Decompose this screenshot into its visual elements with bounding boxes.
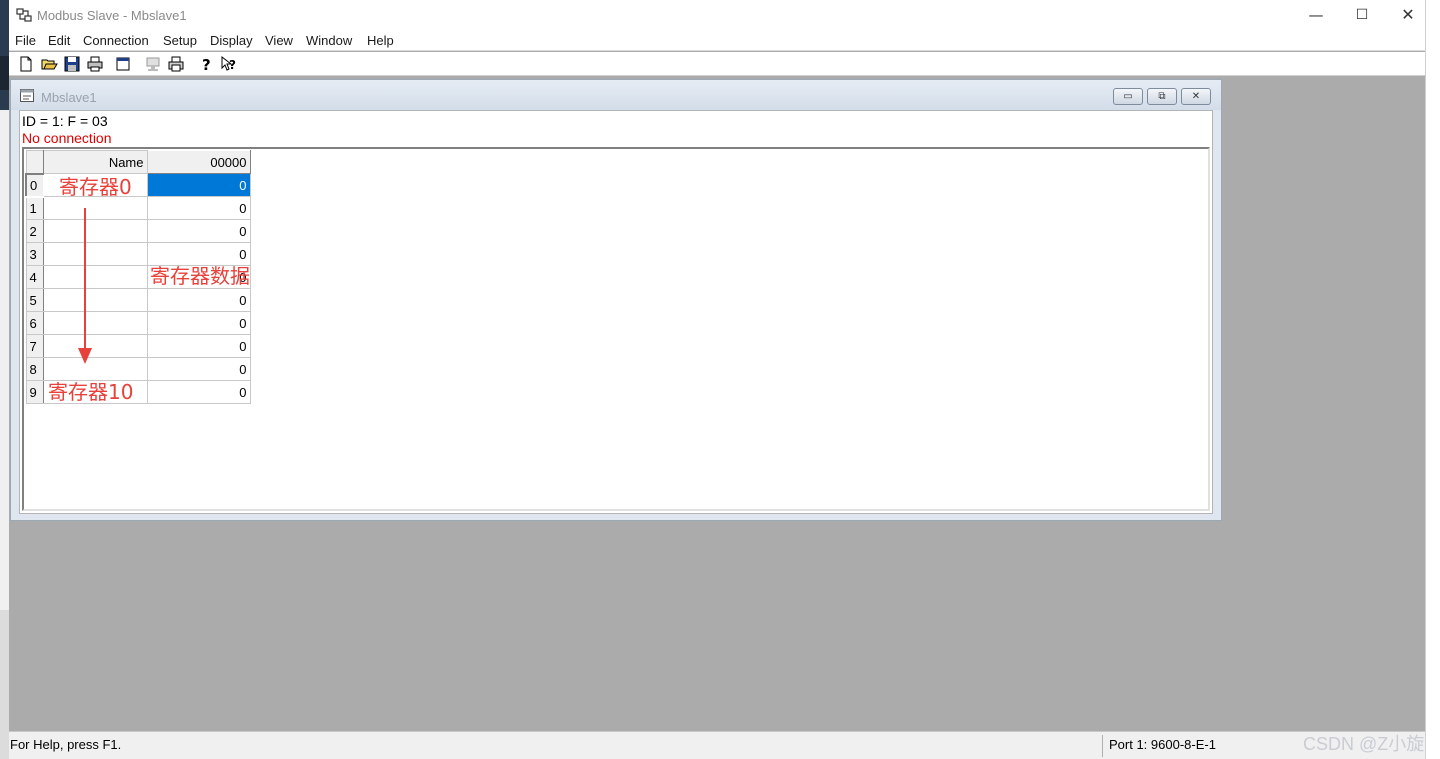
toolbar-separator xyxy=(137,55,138,73)
row-header[interactable]: 0 xyxy=(25,172,44,198)
print-icon[interactable] xyxy=(86,55,104,73)
table-row[interactable]: 2 0 xyxy=(25,219,251,243)
new-icon[interactable] xyxy=(17,55,35,73)
child-restore-button[interactable]: ⧉ xyxy=(1147,88,1177,105)
modbus-app-icon xyxy=(16,8,32,22)
register-name-cell[interactable] xyxy=(42,242,148,266)
status-bar: For Help, press F1. Port 1: 9600-8-E-1 xyxy=(9,731,1425,759)
row-header[interactable]: 9 xyxy=(25,380,44,404)
monitor-icon[interactable] xyxy=(144,55,162,73)
menu-file[interactable]: File xyxy=(15,33,36,48)
menu-window[interactable]: Window xyxy=(306,33,352,48)
register-value-cell[interactable]: 0 xyxy=(146,380,251,404)
desktop-fragment xyxy=(0,610,9,759)
svg-text:?: ? xyxy=(229,58,236,72)
table-row[interactable]: 6 0 xyxy=(25,311,251,335)
row-header[interactable]: 1 xyxy=(25,196,44,220)
toolbar-separator xyxy=(192,55,193,73)
child-content: ID = 1: F = 03 No connection Name 00000 … xyxy=(19,110,1213,514)
row-header[interactable]: 2 xyxy=(25,219,44,243)
menu-setup[interactable]: Setup xyxy=(163,33,197,48)
menu-view[interactable]: View xyxy=(265,33,293,48)
menu-help[interactable]: Help xyxy=(367,33,394,48)
desktop-right-edge xyxy=(1425,0,1440,759)
row-header[interactable]: 5 xyxy=(25,288,44,312)
status-port-settings: Port 1: 9600-8-E-1 xyxy=(1109,737,1216,752)
desktop-fragment xyxy=(0,110,9,610)
menu-bar: File Edit Connection Setup Display View … xyxy=(9,30,1425,51)
register-name-cell[interactable] xyxy=(42,311,148,335)
save-icon[interactable] xyxy=(63,55,81,73)
menu-display[interactable]: Display xyxy=(210,33,253,48)
window-icon[interactable] xyxy=(114,55,132,73)
register-value-cell[interactable]: 0 xyxy=(146,173,251,197)
register-grid: Name 00000 0 0 1 0 2 0 3 0 4 0 5 0 6 0 7… xyxy=(22,147,1210,511)
register-name-cell[interactable] xyxy=(42,265,148,289)
child-title: Mbslave1 xyxy=(41,90,97,105)
register-value-cell[interactable]: 0 xyxy=(146,219,251,243)
status-help-text: For Help, press F1. xyxy=(10,737,122,752)
register-value-cell[interactable]: 0 xyxy=(146,357,251,381)
watermark: CSDN @Z小旋 xyxy=(1303,734,1425,754)
open-icon[interactable] xyxy=(40,55,58,73)
annotation-register-last: 寄存器10 xyxy=(48,380,134,404)
context-help-icon[interactable]: ? xyxy=(220,55,238,73)
table-row[interactable]: 7 0 xyxy=(25,334,251,358)
table-row[interactable]: 5 0 xyxy=(25,288,251,312)
annotation-arrow-icon xyxy=(78,208,92,364)
minimize-button[interactable]: — xyxy=(1293,0,1339,30)
child-title-bar[interactable]: Mbslave1 ▭ ⧉ ✕ xyxy=(11,80,1221,110)
menu-connection[interactable]: Connection xyxy=(83,33,149,48)
window-title: Modbus Slave - Mbslave1 xyxy=(37,8,187,23)
register-value-cell[interactable]: 0 xyxy=(146,288,251,312)
toolbar: ? ? xyxy=(9,52,1425,76)
register-value-cell[interactable]: 0 xyxy=(146,311,251,335)
menu-edit[interactable]: Edit xyxy=(48,33,70,48)
register-value-cell[interactable]: 0 xyxy=(146,334,251,358)
maximize-button[interactable]: ☐ xyxy=(1339,0,1385,30)
row-header[interactable]: 6 xyxy=(25,311,44,335)
table-corner-cell[interactable] xyxy=(25,150,44,174)
svg-text:?: ? xyxy=(202,56,211,73)
toolbar-separator xyxy=(109,55,110,73)
mdi-child-window: Mbslave1 ▭ ⧉ ✕ ID = 1: F = 03 No connect… xyxy=(10,79,1222,521)
register-name-cell[interactable] xyxy=(42,334,148,358)
desktop-fragment xyxy=(0,56,9,90)
row-header[interactable]: 7 xyxy=(25,334,44,358)
close-button[interactable]: ✕ xyxy=(1385,0,1431,30)
document-icon xyxy=(20,89,34,102)
annotation-register-data: 寄存器数据 xyxy=(150,264,250,288)
slave-id-function: ID = 1: F = 03 xyxy=(22,113,108,129)
modbus-slave-window: Modbus Slave - Mbslave1 — ☐ ✕ File Edit … xyxy=(9,0,1425,759)
child-close-button[interactable]: ✕ xyxy=(1181,88,1211,105)
register-name-cell[interactable] xyxy=(42,219,148,243)
connection-status: No connection xyxy=(22,130,112,146)
row-header[interactable]: 8 xyxy=(25,357,44,381)
annotation-register-first: 寄存器0 xyxy=(59,175,132,199)
help-icon[interactable]: ? xyxy=(197,55,215,73)
register-name-cell[interactable] xyxy=(42,288,148,312)
row-header[interactable]: 4 xyxy=(25,265,44,289)
child-minimize-button[interactable]: ▭ xyxy=(1113,88,1143,105)
register-value-cell[interactable]: 0 xyxy=(146,196,251,220)
column-header-address[interactable]: 00000 xyxy=(146,150,251,174)
row-header[interactable]: 3 xyxy=(25,242,44,266)
desktop-left-edge xyxy=(0,0,9,759)
title-bar[interactable]: Modbus Slave - Mbslave1 — ☐ ✕ xyxy=(9,0,1425,30)
status-divider xyxy=(1102,735,1103,757)
printer-icon[interactable] xyxy=(167,55,185,73)
